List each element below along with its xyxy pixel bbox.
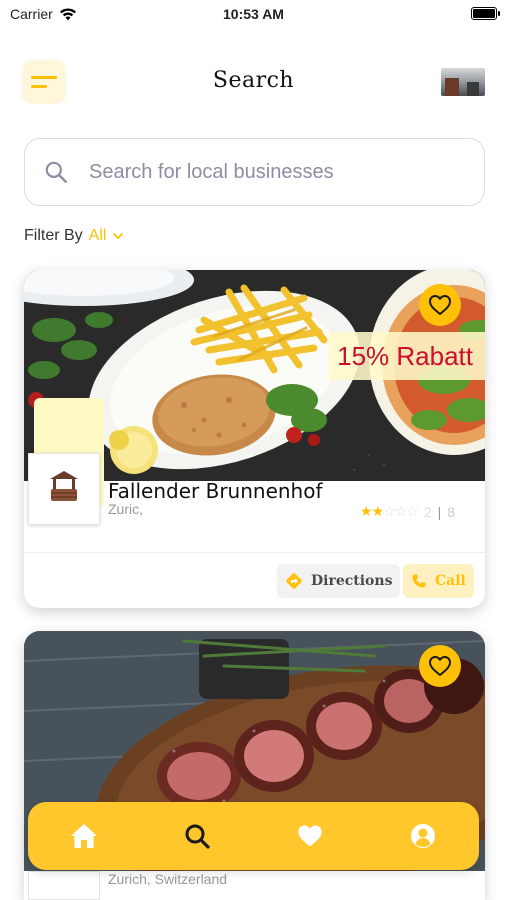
heart-outline-icon	[429, 295, 451, 315]
directions-label: Directions	[311, 573, 393, 589]
call-label: Call	[435, 573, 466, 589]
header: Search	[0, 58, 507, 106]
chevron-down-icon[interactable]	[112, 230, 124, 242]
heart-outline-icon	[429, 656, 451, 676]
tab-profile[interactable]	[399, 812, 447, 860]
call-button[interactable]: Call	[403, 564, 474, 598]
status-time: 10:53 AM	[223, 6, 284, 22]
tab-favorites[interactable]	[286, 812, 334, 860]
favorite-button[interactable]	[419, 284, 461, 326]
directions-button[interactable]: Directions	[277, 564, 401, 598]
battery-icon	[471, 7, 500, 20]
status-bar: Carrier 10:53 AM	[0, 0, 507, 30]
favorite-button[interactable]	[419, 645, 461, 687]
avatar[interactable]	[441, 68, 485, 96]
page-title: Search	[212, 68, 295, 93]
business-logo: ​	[28, 453, 100, 525]
listing-card[interactable]: 15% Rabatt ​ Fallender Brunnenhof Zuric,…	[24, 270, 485, 608]
heart-icon	[298, 825, 322, 847]
search-input[interactable]	[89, 160, 449, 184]
business-location: Zuric,	[108, 501, 143, 517]
tab-home[interactable]	[60, 812, 108, 860]
directions-icon	[286, 573, 302, 589]
filter[interactable]: Filter By All	[24, 227, 124, 245]
search-icon	[45, 161, 67, 183]
review-count: 8	[447, 503, 455, 520]
business-name[interactable]: Fallender Brunnenhof	[108, 479, 323, 503]
tab-search[interactable]	[173, 812, 221, 860]
business-logo	[28, 871, 100, 900]
rating-value: 2	[423, 503, 432, 520]
profile-icon	[410, 824, 435, 848]
business-location: Zurich, Switzerland	[108, 871, 228, 887]
filter-label: Filter By	[24, 227, 83, 244]
divider	[24, 552, 485, 553]
rating: ★★☆☆☆ 2 | 8	[360, 503, 455, 520]
search-icon	[185, 824, 210, 849]
tab-bar	[28, 802, 479, 870]
star-rating-icon: ★★☆☆☆	[360, 503, 419, 519]
phone-icon	[412, 574, 426, 588]
search-bar[interactable]	[24, 138, 485, 206]
promo-badge: 15% Rabatt	[329, 332, 485, 380]
filter-value[interactable]: All	[89, 227, 107, 245]
home-icon	[71, 824, 98, 848]
